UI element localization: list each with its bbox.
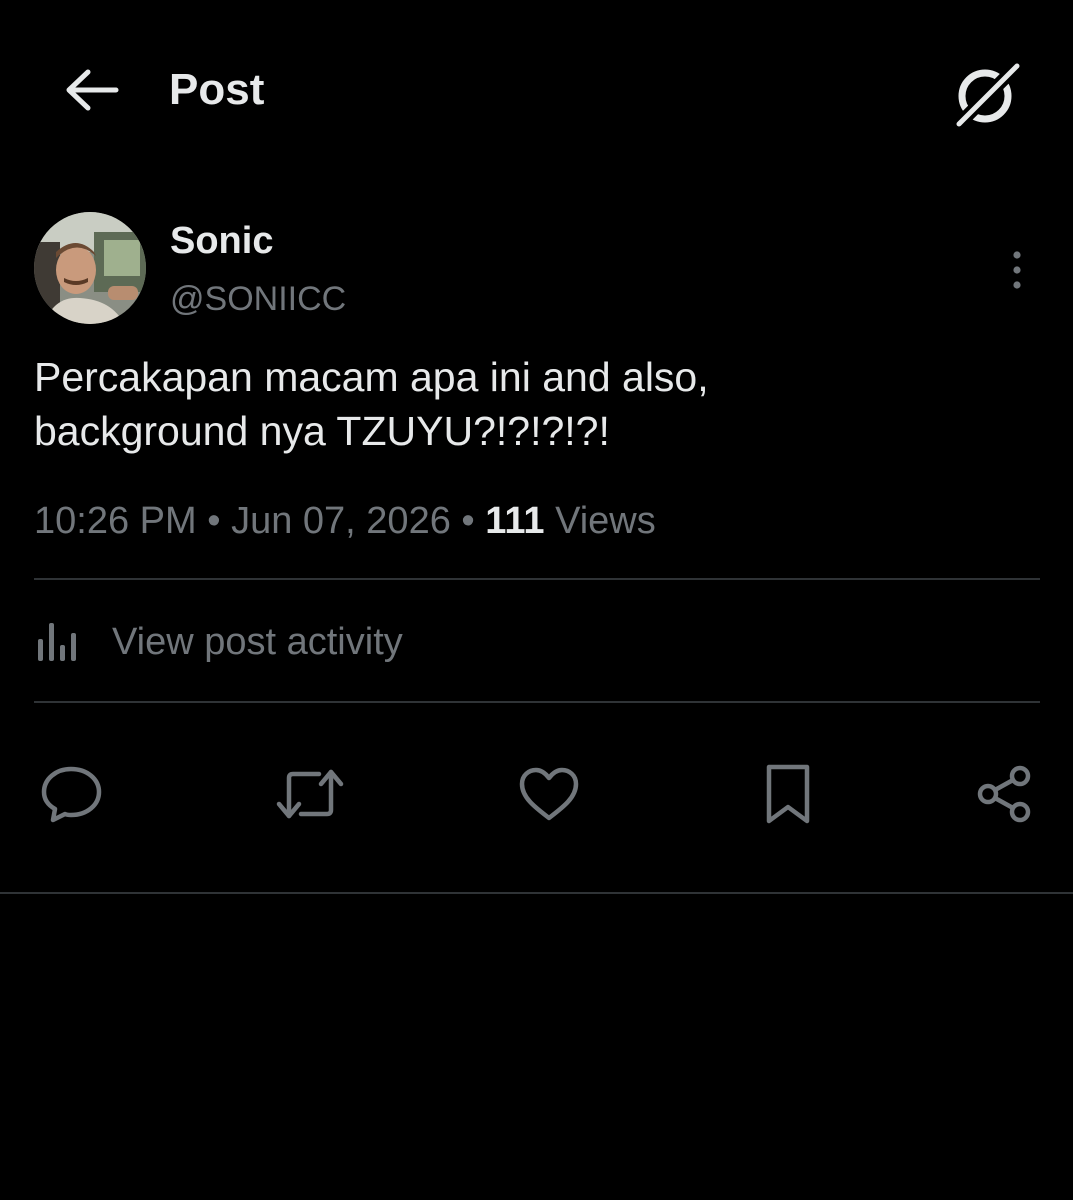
section-divider bbox=[0, 892, 1073, 894]
divider bbox=[34, 701, 1040, 703]
like-button[interactable] bbox=[511, 756, 587, 832]
divider bbox=[34, 578, 1040, 580]
post-text: Percakapan macam apa ini and also, backg… bbox=[34, 350, 1034, 458]
views-count: 111 bbox=[485, 500, 545, 542]
back-button[interactable] bbox=[52, 58, 132, 122]
share-icon bbox=[977, 765, 1031, 823]
share-button[interactable] bbox=[966, 756, 1042, 832]
repost-button[interactable] bbox=[272, 756, 348, 832]
avatar-photo bbox=[34, 212, 146, 324]
grok-icon bbox=[952, 59, 1023, 130]
grok-button[interactable] bbox=[945, 52, 1029, 136]
arrow-left-icon bbox=[66, 69, 119, 111]
more-options-button[interactable] bbox=[992, 240, 1042, 300]
post-text-line: Percakapan macam apa ini and also, bbox=[34, 354, 709, 400]
view-post-activity-label: View post activity bbox=[112, 621, 403, 663]
post-time[interactable]: 10:26 PM bbox=[34, 500, 197, 542]
analytics-bars-icon bbox=[38, 623, 76, 661]
page-title: Post bbox=[169, 65, 265, 114]
bookmark-icon bbox=[766, 764, 810, 824]
reply-icon bbox=[41, 766, 102, 823]
reply-button[interactable] bbox=[34, 756, 110, 832]
avatar[interactable] bbox=[34, 212, 146, 324]
bookmark-button[interactable] bbox=[750, 756, 826, 832]
more-vertical-icon bbox=[1013, 251, 1021, 289]
author-name[interactable]: Sonic bbox=[170, 218, 273, 264]
repost-icon bbox=[276, 769, 344, 819]
post-meta: 10:26 PM • Jun 07, 2026 • 111 Views bbox=[34, 496, 656, 546]
view-post-activity-button[interactable]: View post activity bbox=[34, 606, 734, 678]
post-date[interactable]: Jun 07, 2026 bbox=[231, 500, 451, 542]
author-handle[interactable]: @SONIICC bbox=[170, 278, 346, 320]
post-text-line: background nya TZUYU?!?!?!?! bbox=[34, 408, 610, 454]
views-label: Views bbox=[555, 500, 656, 542]
meta-separator: • bbox=[207, 500, 221, 542]
meta-separator: • bbox=[461, 500, 475, 542]
heart-icon bbox=[519, 767, 579, 821]
